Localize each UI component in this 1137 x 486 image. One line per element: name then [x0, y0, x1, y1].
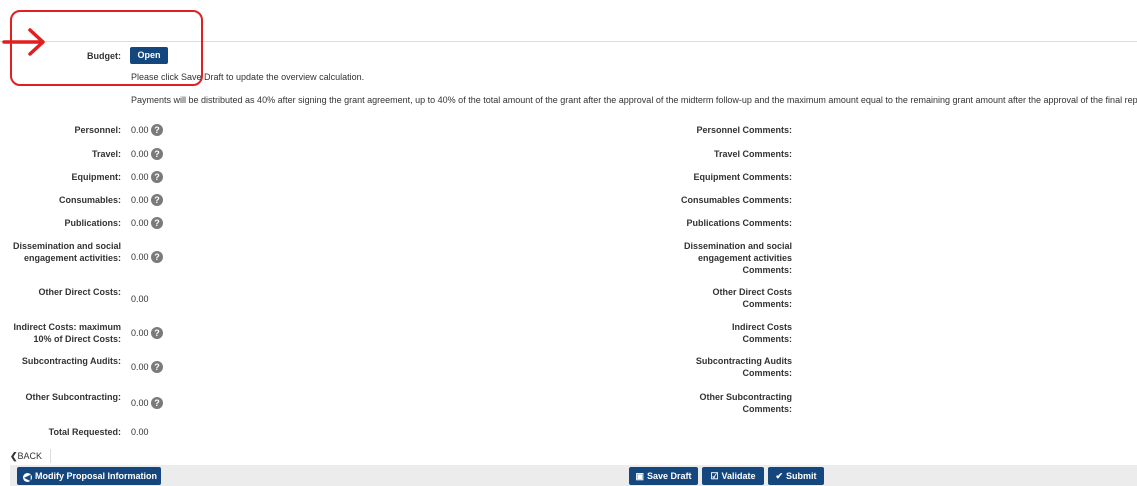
chevron-left-icon: ❮ — [10, 451, 18, 461]
indirect-costs-label-line2: 10% of Direct Costs: — [33, 334, 121, 344]
other-subcontracting-label: Other Subcontracting: — [25, 392, 121, 402]
personnel-label: Personnel: — [74, 125, 121, 135]
check-square-icon: ☑ — [710, 471, 719, 481]
dissemination-comments-line3: Comments: — [742, 265, 792, 275]
red-arrow-icon — [2, 28, 45, 56]
modify-proposal-label: Modify Proposal Information — [35, 471, 158, 481]
subcontracting-audits-label: Subcontracting Audits: — [21, 356, 121, 366]
validate-button[interactable]: ☑ Validate — [702, 467, 764, 485]
budget-open-button[interactable]: Open — [130, 47, 168, 64]
floppy-disk-icon: ▣ — [635, 471, 644, 481]
travel-comments-label: Travel Comments: — [713, 149, 792, 159]
other-direct-costs-label: Other Direct Costs: — [38, 287, 121, 297]
subcontracting-audits-comments-line2: Comments: — [742, 368, 792, 378]
back-separator — [50, 449, 51, 463]
other-direct-costs-comments-label: Other Direct Costs Comments: — [712, 286, 792, 310]
other-subcontracting-comments-line2: Comments: — [742, 404, 792, 414]
indirect-costs-comments-label: Indirect Costs Comments: — [732, 321, 792, 345]
check-icon: ✔ — [775, 471, 784, 481]
indirect-costs-comments-line1: Indirect Costs — [731, 322, 792, 332]
consumables-label: Consumables: — [58, 195, 121, 205]
equipment-value: 0.00 — [131, 172, 149, 182]
personnel-comments-label: Personnel Comments: — [696, 125, 792, 135]
dissemination-comments-label: Dissemination and social engagement acti… — [684, 240, 792, 276]
save-draft-button[interactable]: ▣ Save Draft — [629, 467, 698, 485]
subcontracting-audits-value: 0.00 — [131, 362, 149, 372]
other-subcontracting-comments-line1: Other Subcontracting — [699, 392, 792, 402]
question-circle-icon[interactable]: ? — [151, 217, 163, 229]
save-draft-note: Please click Save Draft to update the ov… — [131, 72, 365, 82]
arrow-circle-left-icon: ◀ — [23, 473, 32, 482]
other-subcontracting-comments-label: Other Subcontracting Comments: — [699, 391, 792, 415]
modify-proposal-button[interactable]: ◀ Modify Proposal Information — [17, 467, 161, 485]
indirect-costs-comments-line2: Comments: — [742, 334, 792, 344]
publications-label: Publications: — [64, 218, 121, 228]
dissemination-label-line2: engagement activities: — [23, 253, 121, 263]
save-draft-label: Save Draft — [646, 471, 692, 481]
travel-value: 0.00 — [131, 149, 149, 159]
other-direct-costs-comments-line2: Comments: — [742, 299, 792, 309]
dissemination-label-line1: Dissemination and social — [12, 241, 121, 251]
travel-label: Travel: — [91, 149, 121, 159]
equipment-label: Equipment: — [71, 172, 122, 182]
question-circle-icon[interactable]: ? — [151, 171, 163, 183]
indirect-costs-value: 0.00 — [131, 328, 149, 338]
question-circle-icon[interactable]: ? — [151, 124, 163, 136]
consumables-value: 0.00 — [131, 195, 149, 205]
submit-label: Submit — [786, 471, 817, 481]
other-direct-costs-comments-line1: Other Direct Costs — [712, 287, 792, 297]
question-circle-icon[interactable]: ? — [151, 361, 163, 373]
payments-note: Payments will be distributed as 40% afte… — [131, 95, 1137, 105]
question-circle-icon[interactable]: ? — [151, 397, 163, 409]
budget-label: Budget: — [87, 51, 121, 61]
dissemination-comments-line1: Dissemination and social — [683, 241, 792, 251]
back-link[interactable]: ❮BACK — [10, 450, 42, 462]
validate-label: Validate — [721, 471, 756, 481]
total-requested-label: Total Requested: — [48, 427, 121, 437]
question-circle-icon[interactable]: ? — [151, 251, 163, 263]
submit-button[interactable]: ✔ Submit — [768, 467, 824, 485]
dissemination-comments-line2: engagement activities — [697, 253, 792, 263]
question-circle-icon[interactable]: ? — [151, 148, 163, 160]
dissemination-label: Dissemination and social engagement acti… — [13, 240, 121, 264]
back-link-label: BACK — [17, 451, 43, 461]
equipment-comments-label: Equipment Comments: — [693, 172, 792, 182]
footer-toolbar — [10, 465, 1137, 486]
other-direct-costs-value: 0.00 — [131, 294, 149, 304]
indirect-costs-label-line1: Indirect Costs: maximum — [13, 322, 121, 332]
publications-value: 0.00 — [131, 218, 149, 228]
subcontracting-audits-comments-line1: Subcontracting Audits — [695, 356, 792, 366]
personnel-value: 0.00 — [131, 125, 149, 135]
dissemination-value: 0.00 — [131, 252, 149, 262]
question-circle-icon[interactable]: ? — [151, 194, 163, 206]
consumables-comments-label: Consumables Comments: — [680, 195, 792, 205]
indirect-costs-label: Indirect Costs: maximum 10% of Direct Co… — [13, 321, 121, 345]
question-circle-icon[interactable]: ? — [151, 327, 163, 339]
total-requested-value: 0.00 — [131, 427, 149, 437]
other-subcontracting-value: 0.00 — [131, 398, 149, 408]
publications-comments-label: Publications Comments: — [686, 218, 792, 228]
subcontracting-audits-comments-label: Subcontracting Audits Comments: — [696, 355, 792, 379]
